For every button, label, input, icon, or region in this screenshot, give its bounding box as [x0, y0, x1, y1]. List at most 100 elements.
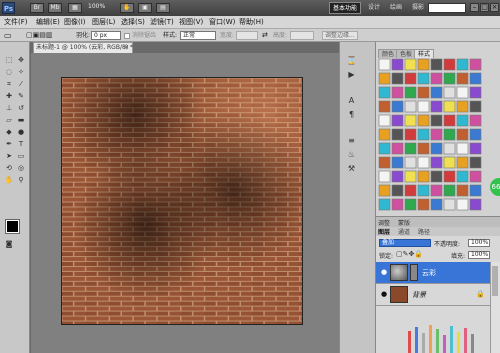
style-swatch[interactable]: [378, 142, 391, 155]
style-swatch[interactable]: [443, 184, 456, 197]
paragraph-panel-icon[interactable]: ¶: [346, 110, 357, 120]
style-swatch[interactable]: [417, 128, 430, 141]
style-swatch[interactable]: [378, 58, 391, 71]
style-swatch[interactable]: [391, 142, 404, 155]
eyedropper-tool-icon[interactable]: ⁄: [16, 80, 26, 89]
hand-tool-icon[interactable]: ✋: [4, 176, 14, 185]
style-swatch[interactable]: [391, 58, 404, 71]
history-panel-icon[interactable]: ⌛: [346, 56, 357, 66]
style-swatch[interactable]: [404, 156, 417, 169]
visibility-eye-icon[interactable]: ●: [379, 268, 389, 277]
style-swatch[interactable]: [430, 58, 443, 71]
style-swatch[interactable]: [443, 114, 456, 127]
style-swatch[interactable]: [391, 114, 404, 127]
workspace-design[interactable]: 设计: [365, 2, 383, 14]
marquee-preset-icon[interactable]: ▭: [4, 30, 12, 41]
style-swatch[interactable]: [417, 142, 430, 155]
style-swatch[interactable]: [469, 100, 482, 113]
fill-input[interactable]: 100%: [468, 251, 490, 259]
healing-brush-tool-icon[interactable]: ✚: [4, 92, 14, 101]
style-swatch[interactable]: [456, 114, 469, 127]
menu-select[interactable]: 选择(S): [121, 17, 145, 28]
menu-file[interactable]: 文件(F): [4, 17, 28, 28]
quick-mask-icon[interactable]: ◙: [4, 240, 14, 249]
shape-tool-icon[interactable]: ▭: [16, 152, 26, 161]
style-swatch[interactable]: [417, 100, 430, 113]
style-swatch[interactable]: [430, 114, 443, 127]
style-swatch[interactable]: [456, 184, 469, 197]
scrollbar-thumb[interactable]: [492, 266, 498, 296]
width-input[interactable]: [236, 31, 258, 40]
style-swatch[interactable]: [469, 184, 482, 197]
workspace-basic[interactable]: 基本功能: [329, 2, 362, 14]
style-swatch[interactable]: [430, 86, 443, 99]
blend-mode-select[interactable]: 叠加: [379, 239, 431, 247]
style-swatch[interactable]: [378, 198, 391, 211]
style-swatch[interactable]: [456, 198, 469, 211]
dodge-tool-icon[interactable]: ●: [16, 128, 26, 137]
style-swatch[interactable]: [404, 198, 417, 211]
screen-mode-icon[interactable]: ▤: [156, 3, 170, 13]
clone-stamp-tool-icon[interactable]: ⊥: [4, 104, 14, 113]
style-swatch[interactable]: [404, 184, 417, 197]
style-swatch[interactable]: [417, 156, 430, 169]
menu-view[interactable]: 视图(V): [179, 17, 203, 28]
style-swatch[interactable]: [378, 100, 391, 113]
style-swatch[interactable]: [417, 58, 430, 71]
tab-styles[interactable]: 样式: [414, 49, 435, 58]
style-swatch[interactable]: [456, 100, 469, 113]
style-swatch[interactable]: [443, 100, 456, 113]
style-swatch[interactable]: [456, 72, 469, 85]
style-swatch[interactable]: [443, 156, 456, 169]
layer-row-background[interactable]: ● 背景 🔒: [376, 284, 490, 306]
menu-help[interactable]: 帮助(H): [239, 17, 264, 28]
path-selection-tool-icon[interactable]: ➤: [4, 152, 14, 161]
zoom-level[interactable]: 100%: [88, 3, 105, 10]
style-swatch[interactable]: [378, 114, 391, 127]
style-swatch[interactable]: [404, 72, 417, 85]
style-swatch[interactable]: [417, 72, 430, 85]
style-swatch[interactable]: [378, 72, 391, 85]
search-input[interactable]: [428, 3, 466, 13]
crop-tool-icon[interactable]: ⌗: [4, 80, 14, 89]
style-swatch[interactable]: [469, 156, 482, 169]
menu-edit[interactable]: 编辑(E): [36, 17, 60, 28]
style-swatch[interactable]: [456, 58, 469, 71]
lasso-tool-icon[interactable]: ◌: [4, 68, 14, 77]
mini-bridge-icon[interactable]: Mb: [48, 3, 62, 13]
clone-source-panel-icon[interactable]: ♨: [346, 150, 357, 160]
actions-panel-icon[interactable]: ▶: [346, 70, 357, 80]
style-swatch[interactable]: [443, 198, 456, 211]
style-swatch[interactable]: [430, 198, 443, 211]
tab-color[interactable]: 颜色: [378, 49, 399, 58]
brush-tool-icon[interactable]: ✎: [16, 92, 26, 101]
style-swatch[interactable]: [443, 58, 456, 71]
style-swatch[interactable]: [469, 86, 482, 99]
antialias-checkbox[interactable]: [124, 33, 130, 39]
style-swatch[interactable]: [391, 198, 404, 211]
menu-window[interactable]: 窗口(W): [209, 17, 235, 28]
style-swatch[interactable]: [378, 184, 391, 197]
style-swatch[interactable]: [430, 72, 443, 85]
style-swatch[interactable]: [469, 198, 482, 211]
style-swatch[interactable]: [469, 58, 482, 71]
move-tool-icon[interactable]: ✥: [16, 56, 26, 65]
zoom-tool-icon[interactable]: ⚲: [16, 176, 26, 185]
magic-wand-tool-icon[interactable]: ✧: [16, 68, 26, 77]
style-swatch[interactable]: [404, 114, 417, 127]
tab-channels[interactable]: 通道: [398, 227, 410, 236]
style-swatch[interactable]: [456, 156, 469, 169]
style-swatch[interactable]: [391, 100, 404, 113]
refine-edge-button[interactable]: 调整边缘...: [322, 31, 358, 40]
style-swatch[interactable]: [378, 170, 391, 183]
style-swatch[interactable]: [404, 142, 417, 155]
bridge-icon[interactable]: Br: [30, 3, 44, 13]
minimize-button[interactable]: –: [470, 3, 479, 12]
style-select[interactable]: 正常: [180, 31, 216, 40]
menu-filter[interactable]: 滤镜(T): [150, 17, 174, 28]
style-swatch[interactable]: [417, 170, 430, 183]
workspace-photography[interactable]: 摄影: [409, 2, 427, 14]
height-input[interactable]: [290, 31, 314, 40]
style-swatch[interactable]: [430, 170, 443, 183]
style-swatch[interactable]: [404, 86, 417, 99]
